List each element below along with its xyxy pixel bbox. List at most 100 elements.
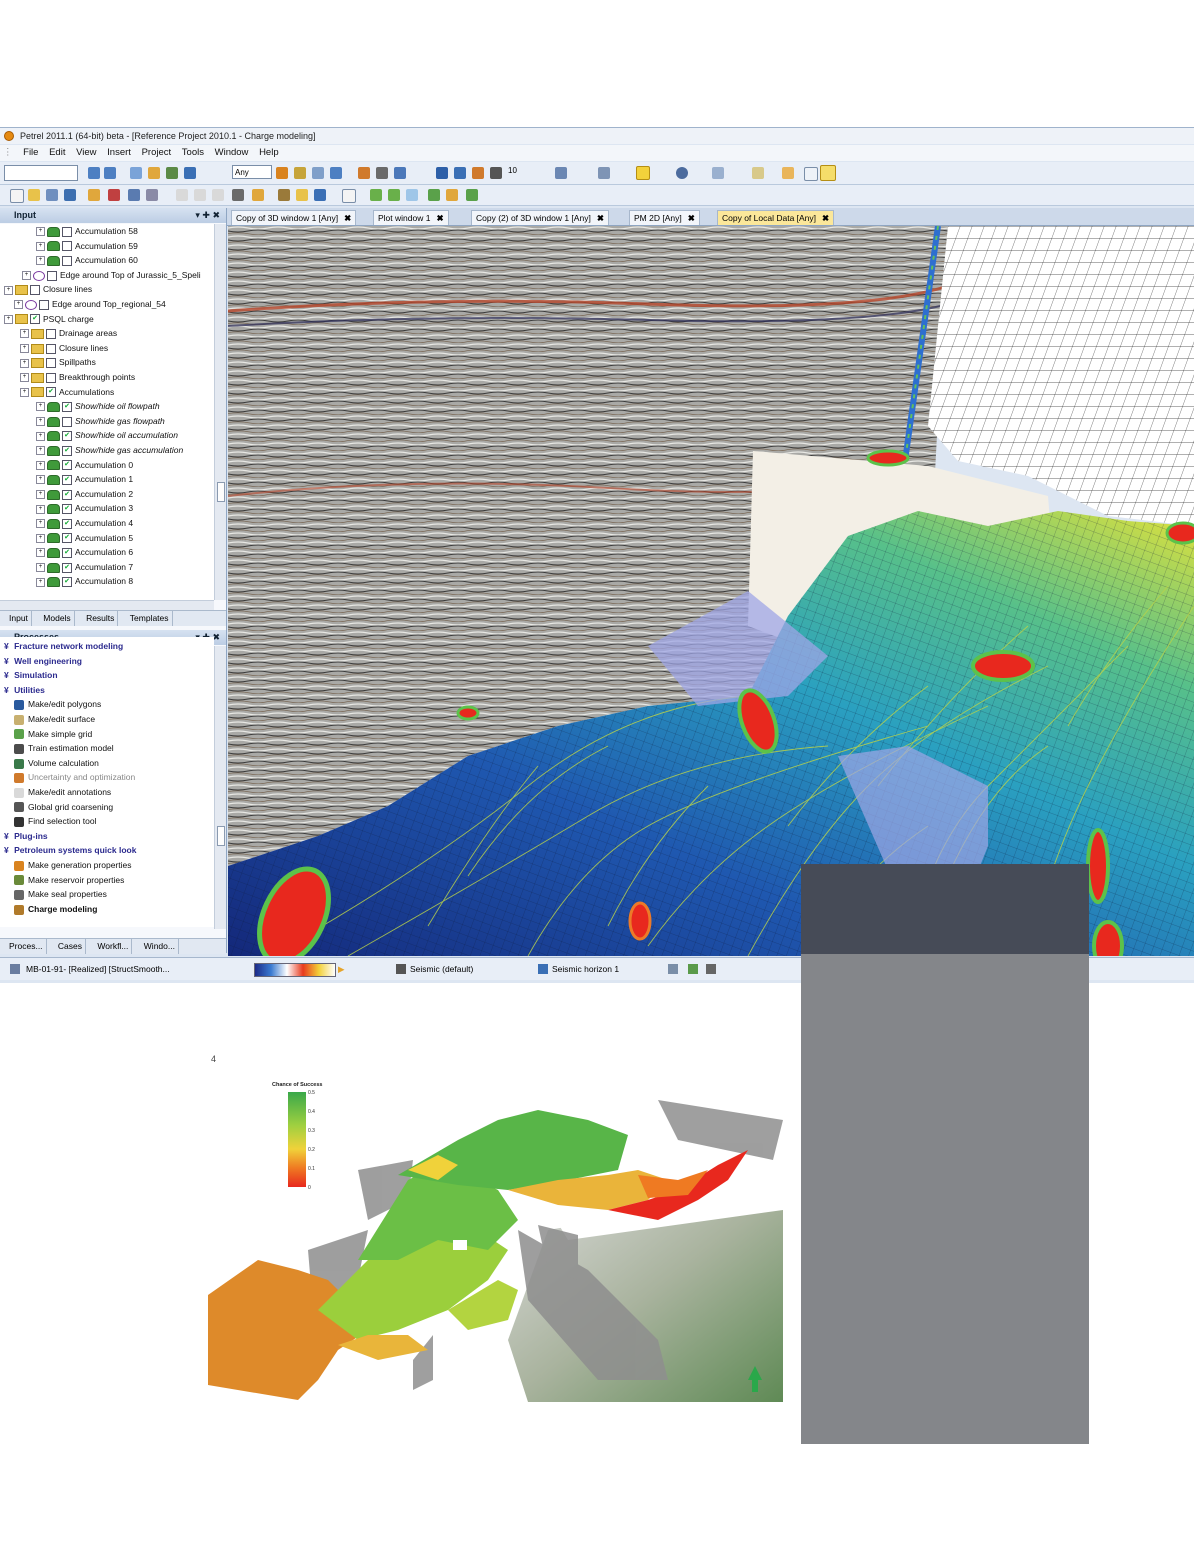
toolbar-icon[interactable]: [184, 167, 196, 179]
menu-edit[interactable]: Edit: [49, 145, 65, 161]
tree-item[interactable]: + ✔ PSQL charge: [4, 312, 94, 326]
tab-models[interactable]: Models: [40, 611, 75, 626]
visibility-checkbox[interactable]: ✔: [62, 431, 72, 442]
toolbar-icon[interactable]: [428, 189, 440, 201]
tree-item[interactable]: + Breakthrough points: [20, 370, 135, 384]
tree-item[interactable]: + ✔ Accumulation 8: [36, 574, 133, 588]
toolbar-icon[interactable]: [296, 189, 308, 201]
toolbar-icon[interactable]: [358, 167, 370, 179]
tab-results[interactable]: Results: [83, 611, 119, 626]
visibility-checkbox[interactable]: [46, 328, 56, 339]
visibility-checkbox[interactable]: ✔: [62, 577, 72, 588]
tab-templates[interactable]: Templates: [127, 611, 173, 626]
tree-item[interactable]: + Accumulation 60: [36, 253, 138, 267]
tree-item[interactable]: + ✔ Accumulation 6: [36, 545, 133, 559]
play-icon[interactable]: ▶: [338, 958, 345, 980]
tab-processes[interactable]: Proces...: [6, 939, 47, 954]
3d-viewport[interactable]: [228, 226, 1194, 956]
expand-icon[interactable]: +: [36, 446, 45, 456]
visibility-checkbox[interactable]: ✔: [62, 504, 72, 515]
select-icon[interactable]: [820, 165, 836, 181]
expand-icon[interactable]: +: [36, 241, 45, 251]
toolbar-icon[interactable]: [712, 167, 724, 179]
expand-icon[interactable]: +: [36, 533, 45, 543]
tab-copy-2-3d-window-1[interactable]: Copy (2) of 3D window 1 [Any] ✖: [471, 210, 609, 225]
toolbar-icon[interactable]: [636, 166, 650, 180]
toolbar-icon[interactable]: [88, 189, 100, 201]
expand-icon[interactable]: +: [20, 373, 29, 383]
toolbar-icon[interactable]: [454, 167, 466, 179]
toolbar-icon[interactable]: [146, 189, 158, 201]
visibility-checkbox[interactable]: ✔: [62, 474, 72, 485]
visibility-checkbox[interactable]: ✔: [62, 460, 72, 471]
process-category[interactable]: ¥ Plug-ins: [4, 829, 48, 843]
toolbar-icon[interactable]: [252, 189, 264, 201]
toolbar-icon[interactable]: [555, 167, 567, 179]
process-item[interactable]: Global grid coarsening: [4, 800, 113, 814]
menu-file[interactable]: File: [23, 145, 38, 161]
process-category[interactable]: ¥ Petroleum systems quick look: [4, 843, 136, 857]
process-item[interactable]: Make/edit polygons: [4, 697, 101, 711]
visibility-checkbox[interactable]: ✔: [62, 547, 72, 558]
expand-icon[interactable]: +: [36, 577, 45, 587]
expand-icon[interactable]: +: [36, 548, 45, 558]
3d-scene[interactable]: [228, 226, 1194, 956]
color-bar[interactable]: [254, 963, 336, 977]
expand-icon[interactable]: +: [14, 300, 23, 310]
visibility-checkbox[interactable]: [62, 255, 72, 266]
toolbar-icon[interactable]: [330, 167, 342, 179]
visibility-checkbox[interactable]: [46, 343, 56, 354]
tree-item[interactable]: + Edge around Top of Jurassic_5_Speli: [22, 268, 201, 282]
expand-icon[interactable]: +: [36, 490, 45, 500]
process-category[interactable]: ¥ Simulation: [4, 668, 58, 682]
expand-icon[interactable]: +: [4, 285, 13, 295]
cut-icon[interactable]: [176, 189, 188, 201]
toolbar-icon[interactable]: [706, 964, 716, 974]
filter-combo[interactable]: Any: [232, 165, 272, 179]
toolbar-icon[interactable]: [166, 167, 178, 179]
status-horizon[interactable]: Seismic horizon 1: [552, 958, 619, 980]
toolbar-icon[interactable]: [436, 167, 448, 179]
visibility-checkbox[interactable]: [30, 285, 40, 296]
toolbar-icon[interactable]: [312, 167, 324, 179]
process-item[interactable]: Make reservoir properties: [4, 873, 124, 887]
expand-icon[interactable]: +: [20, 358, 29, 368]
toolbar-icon[interactable]: [88, 167, 100, 179]
visibility-checkbox[interactable]: ✔: [62, 445, 72, 456]
tab-copy-3d-window-1[interactable]: Copy of 3D window 1 [Any] ✖: [231, 210, 357, 225]
toolbar-icon[interactable]: [342, 189, 356, 203]
tree-item[interactable]: + Closure lines: [4, 282, 92, 296]
toolbar-icon[interactable]: [108, 189, 120, 201]
toolbar-icon[interactable]: [782, 167, 794, 179]
tree-item[interactable]: + Closure lines: [20, 341, 108, 355]
scroll-thumb[interactable]: [217, 826, 225, 846]
process-item[interactable]: Uncertainty and optimization: [4, 770, 135, 784]
menu-view[interactable]: View: [76, 145, 96, 161]
toolbar-icon[interactable]: [598, 167, 610, 179]
expand-icon[interactable]: +: [4, 314, 13, 324]
tree-item[interactable]: + Accumulation 59: [36, 239, 138, 253]
close-icon[interactable]: ✖: [436, 213, 443, 223]
tree-item[interactable]: + ✔ Accumulation 3: [36, 501, 133, 515]
close-icon[interactable]: ✖: [344, 213, 351, 223]
toolbar-icon[interactable]: [688, 964, 698, 974]
toolbar-icon[interactable]: [752, 167, 764, 179]
tab-copy-of-local-data[interactable]: Copy of Local Data [Any] ✖: [717, 210, 835, 225]
tree-item[interactable]: + ✔ Accumulation 0: [36, 458, 133, 472]
expand-icon[interactable]: +: [36, 256, 45, 266]
visibility-checkbox[interactable]: ✔: [62, 518, 72, 529]
expand-icon[interactable]: +: [36, 227, 45, 237]
process-item[interactable]: Train estimation model: [4, 741, 114, 755]
visibility-checkbox[interactable]: [46, 358, 56, 369]
visibility-checkbox[interactable]: [62, 226, 72, 237]
tab-workflows[interactable]: Workfl...: [94, 939, 133, 954]
tree-scrollbar[interactable]: [214, 224, 226, 600]
process-item[interactable]: Volume calculation: [4, 756, 99, 770]
tree-item[interactable]: + ✔ Accumulations: [20, 385, 114, 399]
process-category[interactable]: ¥ Utilities: [4, 683, 45, 697]
toolbar-icon[interactable]: [314, 189, 326, 201]
tree-item[interactable]: + ✔ Accumulation 5: [36, 531, 133, 545]
toolbar-icon[interactable]: [394, 167, 406, 179]
toolbar-icon[interactable]: [676, 167, 688, 179]
panel-buttons[interactable]: ▾ ✚ ✖: [195, 208, 220, 223]
